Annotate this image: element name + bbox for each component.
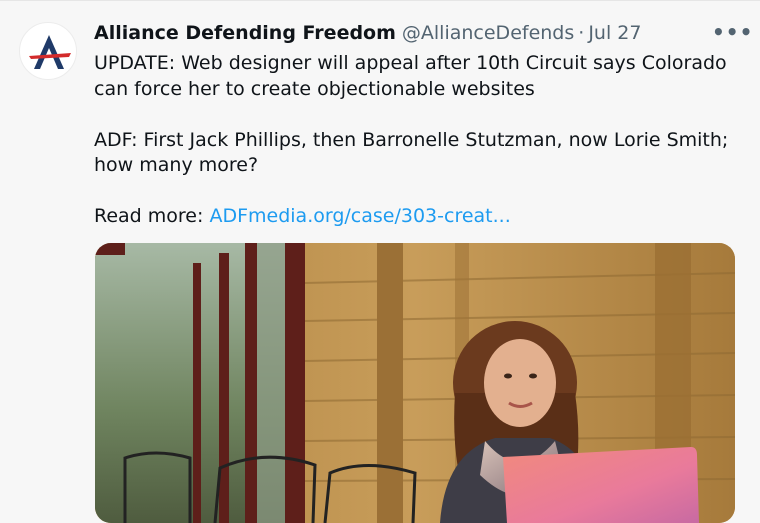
- separator-dot: ·: [578, 22, 585, 44]
- top-divider: [0, 0, 760, 1]
- adf-logo-icon: [29, 35, 71, 69]
- author-handle[interactable]: @AllianceDefends: [402, 22, 574, 44]
- read-more-line: Read more: ADFmedia.org/case/303-creat..…: [94, 204, 744, 230]
- photo-illustration: [95, 243, 735, 523]
- tweet-text: UPDATE: Web designer will appeal after 1…: [94, 51, 744, 230]
- more-options-icon[interactable]: •••: [712, 21, 752, 47]
- read-more-prefix: Read more:: [94, 205, 210, 227]
- tweet-header: Alliance Defending Freedom @AllianceDefe…: [94, 22, 641, 48]
- avatar[interactable]: [19, 22, 77, 80]
- tweet-paragraph-1: UPDATE: Web designer will appeal after 1…: [94, 52, 727, 100]
- tweet-link[interactable]: ADFmedia.org/case/303-creat...: [209, 205, 510, 227]
- tweet-paragraph-2: ADF: First Jack Phillips, then Barronell…: [94, 128, 729, 177]
- author-name[interactable]: Alliance Defending Freedom: [94, 22, 396, 44]
- tweet-date[interactable]: Jul 27: [588, 22, 641, 44]
- tweet-media-image[interactable]: [95, 243, 735, 523]
